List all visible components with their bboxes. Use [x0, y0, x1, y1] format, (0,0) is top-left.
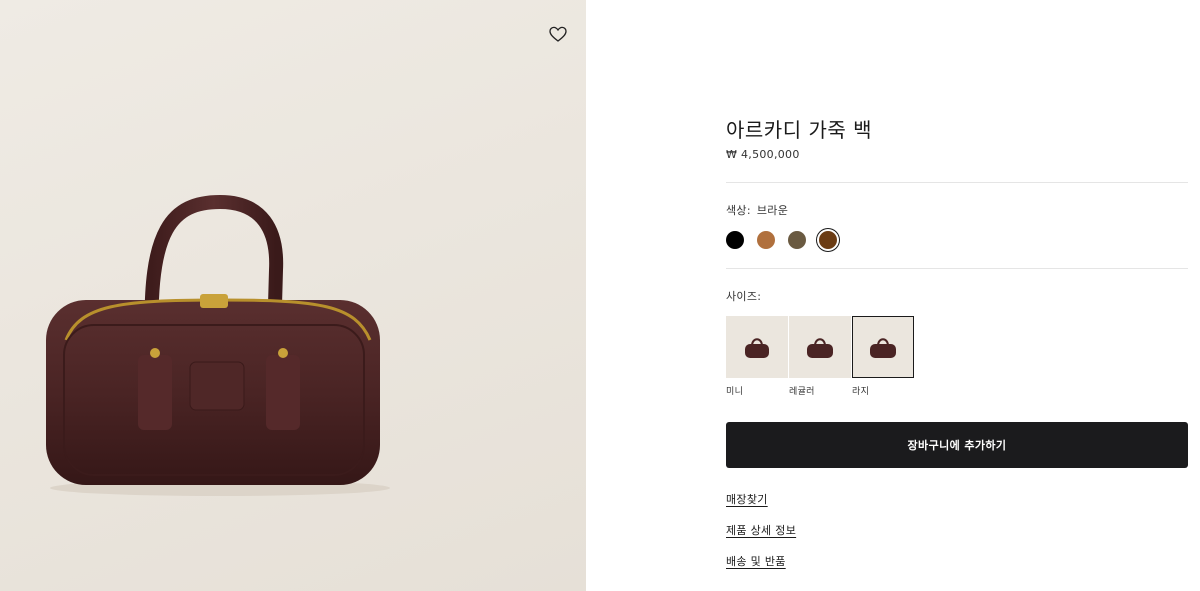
selected-color: 브라운: [756, 204, 789, 217]
swatch-black[interactable]: [726, 231, 744, 249]
product-photo: [46, 194, 390, 496]
color-swatches: [726, 231, 837, 249]
size-thumbnail: [789, 316, 851, 378]
size-option-large[interactable]: 라지: [852, 316, 914, 397]
color-label-row: 색상: 브라운: [726, 202, 788, 218]
size-label-large: 라지: [852, 387, 870, 397]
size-thumbnail: [726, 316, 788, 378]
swatch-brown[interactable]: [819, 231, 837, 249]
bag-thumbnail-icon: [745, 338, 769, 358]
product-details-link[interactable]: 제품 상세 정보: [726, 522, 796, 538]
size-option-mini[interactable]: 미니: [726, 316, 788, 397]
size-option-regular[interactable]: 레귤러: [789, 316, 851, 397]
size-label-regular: 레귤러: [789, 387, 815, 397]
swatch-olive[interactable]: [788, 231, 806, 249]
color-label: 색상:: [726, 204, 751, 217]
product-info-panel: 아르카디 가죽 백 ₩ 4,500,000 색상: 브라운 사이즈: 미니 레귤…: [726, 0, 1188, 591]
size-thumbnail: [852, 316, 914, 378]
heart-icon[interactable]: [548, 25, 568, 43]
bag-thumbnail-icon: [870, 338, 896, 358]
size-options: 미니 레귤러 라지: [726, 316, 914, 397]
store-finder-link[interactable]: 매장찾기: [726, 491, 768, 507]
divider: [726, 268, 1188, 269]
product-image-pane: [0, 0, 586, 591]
product-price: ₩ 4,500,000: [726, 148, 800, 161]
shipping-returns-link[interactable]: 배송 및 반품: [726, 553, 786, 569]
size-label: 사이즈:: [726, 290, 762, 303]
swatch-cognac[interactable]: [757, 231, 775, 249]
bag-thumbnail-icon: [807, 338, 833, 358]
divider: [726, 182, 1188, 183]
add-to-cart-button[interactable]: 장바구니에 추가하기: [726, 422, 1188, 468]
product-title: 아르카디 가죽 백: [726, 118, 873, 142]
size-label-mini: 미니: [726, 387, 744, 397]
